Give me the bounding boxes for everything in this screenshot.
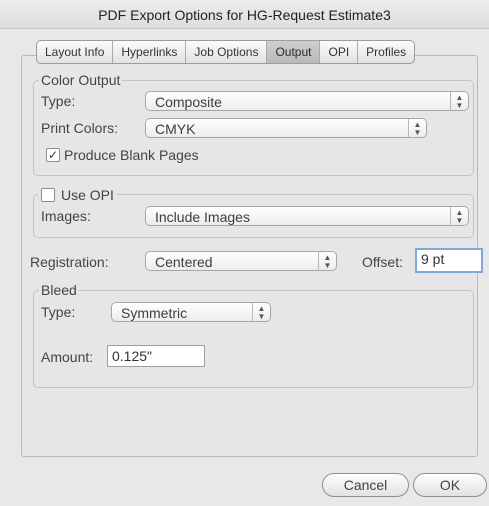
amount-label: Amount:	[41, 349, 94, 365]
offset-field[interactable]: 9 pt	[415, 248, 483, 273]
use-opi-label: Use OPI	[61, 187, 114, 203]
type-value: Composite	[155, 94, 222, 110]
images-popup[interactable]: Include Images ▲ ▼	[145, 206, 469, 226]
print-colors-value: CMYK	[155, 121, 196, 137]
type-popup[interactable]: Composite ▲ ▼	[145, 91, 469, 111]
images-label: Images:	[41, 208, 91, 224]
window-title: PDF Export Options for HG-Request Estima…	[0, 0, 489, 29]
images-value: Include Images	[155, 209, 250, 225]
tab-bar: Layout Info Hyperlinks Job Options Outpu…	[36, 40, 416, 64]
tab-opi[interactable]: OPI	[320, 41, 359, 63]
up-down-arrows-icon: ▲ ▼	[408, 119, 426, 137]
amount-field[interactable]: 0.125"	[107, 345, 205, 367]
type-label: Type:	[41, 93, 76, 109]
up-down-arrows-icon: ▲ ▼	[450, 207, 468, 225]
up-down-arrows-icon: ▲ ▼	[450, 92, 468, 110]
registration-label: Registration:	[30, 254, 109, 270]
ok-button[interactable]: OK	[413, 473, 487, 497]
blank-pages-label: Produce Blank Pages	[64, 147, 199, 163]
offset-label: Offset:	[362, 254, 403, 270]
tab-profiles[interactable]: Profiles	[358, 41, 414, 63]
opi-legend: Use OPI	[38, 186, 117, 204]
color-output-legend: Color Output	[39, 72, 123, 88]
tab-hyperlinks[interactable]: Hyperlinks	[113, 41, 187, 63]
registration-value: Centered	[155, 254, 213, 270]
bleed-legend: Bleed	[39, 282, 79, 298]
tab-output[interactable]: Output	[267, 41, 321, 63]
blank-pages-checkbox[interactable]: ✓	[46, 148, 60, 162]
print-colors-popup[interactable]: CMYK ▲ ▼	[145, 118, 427, 138]
up-down-arrows-icon: ▲ ▼	[318, 252, 336, 270]
bleed-type-popup[interactable]: Symmetric ▲ ▼	[111, 302, 271, 322]
cancel-button[interactable]: Cancel	[322, 473, 409, 497]
tab-job-options[interactable]: Job Options	[186, 41, 268, 63]
bleed-type-value: Symmetric	[121, 305, 188, 321]
bleed-type-label: Type:	[41, 304, 76, 320]
registration-popup[interactable]: Centered ▲ ▼	[145, 251, 337, 271]
use-opi-checkbox[interactable]	[41, 188, 55, 202]
up-down-arrows-icon: ▲ ▼	[252, 303, 270, 321]
tab-layout-info[interactable]: Layout Info	[37, 41, 114, 63]
print-colors-label: Print Colors:	[41, 120, 119, 136]
